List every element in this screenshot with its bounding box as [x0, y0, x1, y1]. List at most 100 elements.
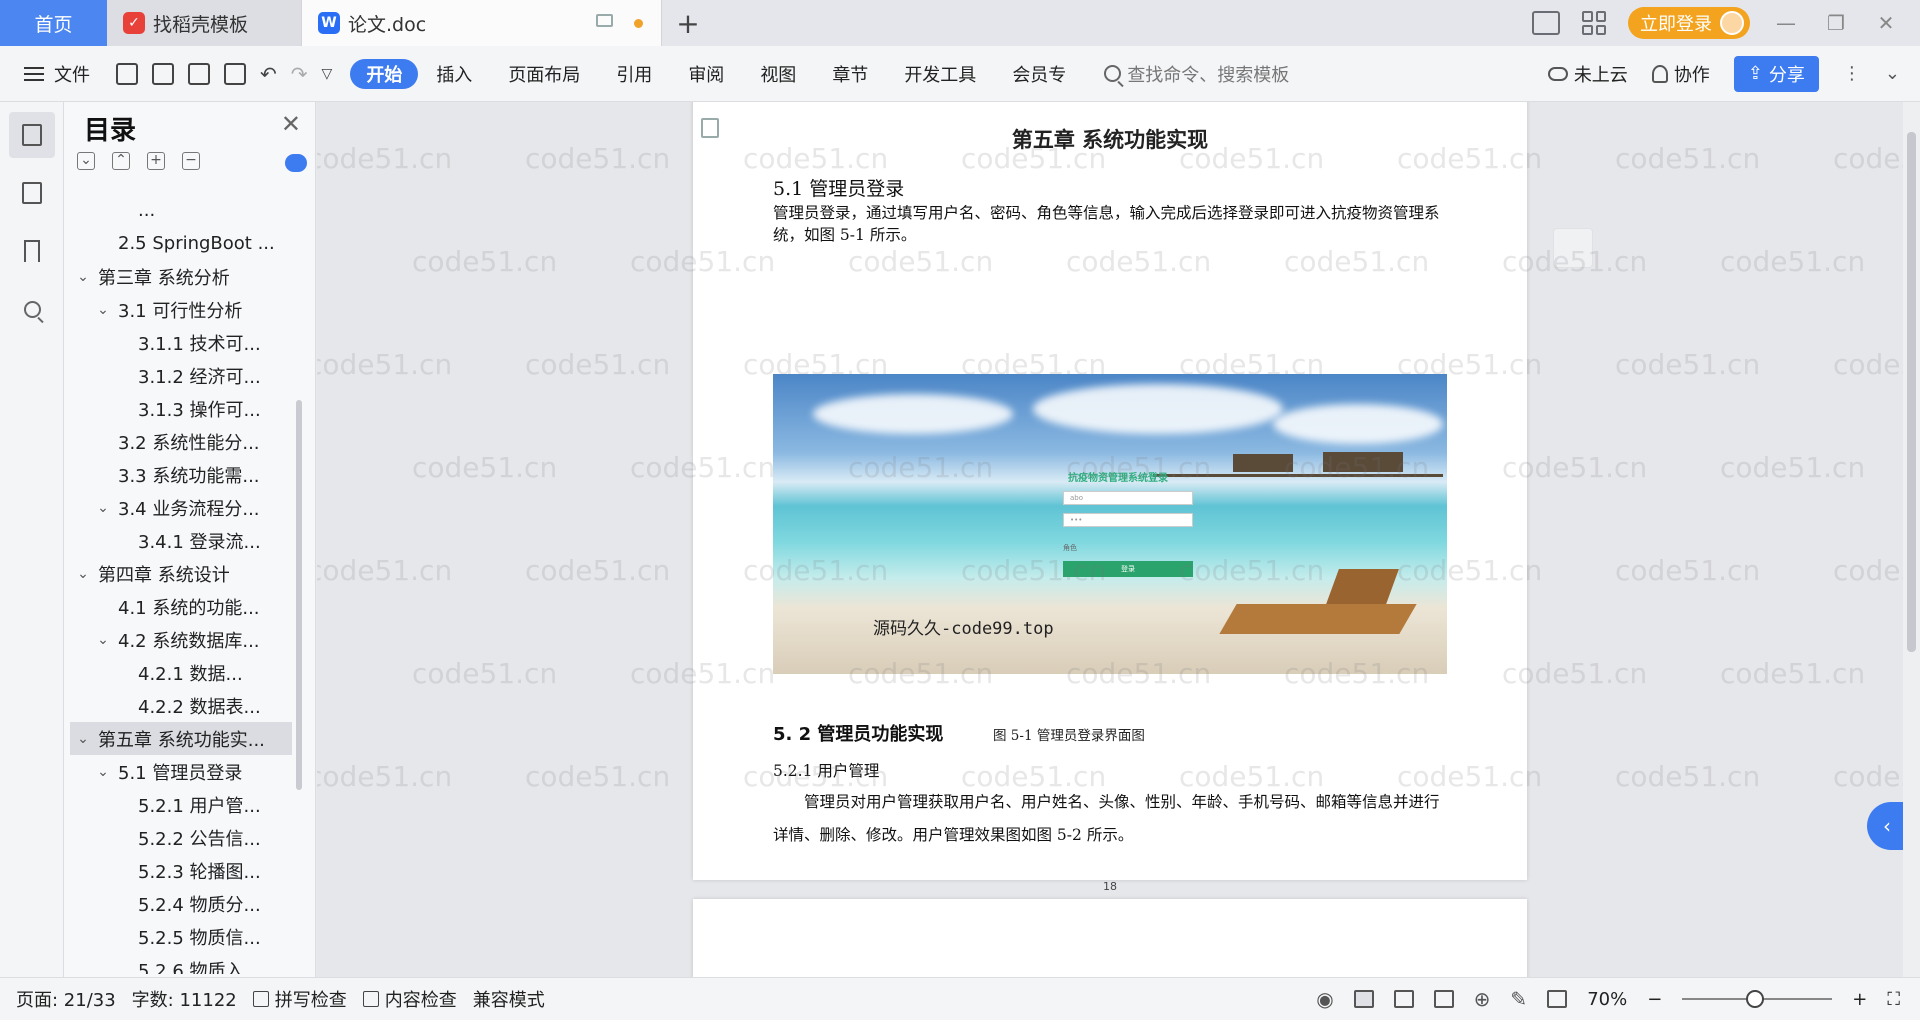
tab-page-layout[interactable]: 页面布局	[490, 59, 598, 89]
toc-scrollbar[interactable]	[296, 400, 302, 790]
collab-button[interactable]: 协作	[1651, 61, 1710, 87]
reading-view-icon[interactable]	[1433, 990, 1454, 1008]
eye-protection-icon[interactable]: ◉	[1316, 987, 1333, 1011]
toc-item[interactable]: 5.2.2 公告信...	[70, 821, 292, 854]
zoom-level[interactable]: 70%	[1587, 989, 1627, 1010]
toc-item[interactable]: ⌄ 第三章 系统分析	[70, 260, 292, 293]
toc-item[interactable]: 3.1.2 经济可...	[70, 359, 292, 392]
tab-developer[interactable]: 开发工具	[886, 59, 994, 89]
toc-item[interactable]: ⌄ 第四章 系统设计	[70, 557, 292, 590]
export-icon[interactable]	[152, 62, 174, 85]
toc-item[interactable]: ...	[70, 194, 292, 227]
find-panel-button[interactable]	[9, 286, 55, 332]
write-mode-icon[interactable]: ✎	[1510, 987, 1527, 1011]
spell-check-button[interactable]: 拼写检查	[252, 986, 347, 1012]
toc-item[interactable]: 5.2.5 物质信...	[70, 920, 292, 953]
toc-item[interactable]: 3.1.3 操作可...	[70, 392, 292, 425]
ai-assistant-icon[interactable]	[285, 154, 307, 172]
tab-references[interactable]: 引用	[598, 59, 670, 89]
toc-item[interactable]: 4.1 系统的功能...	[70, 590, 292, 623]
toc-item[interactable]: 5.2.3 轮播图...	[70, 854, 292, 887]
vertical-scrollbar[interactable]	[1903, 102, 1920, 977]
chevron-down-icon[interactable]: ⌄	[74, 566, 92, 582]
chevron-down-icon[interactable]: ⌄	[94, 632, 112, 648]
print-icon[interactable]	[188, 62, 210, 85]
print-preview-icon[interactable]	[224, 62, 246, 85]
toc-item[interactable]: ⌄ 4.2 系统数据库...	[70, 623, 292, 656]
share-button[interactable]: ⇪ 分享	[1733, 55, 1819, 92]
new-tab-button[interactable]: +	[662, 0, 714, 46]
toc-item[interactable]: 5.2.1 用户管...	[70, 788, 292, 821]
collapse-all-icon[interactable]: ⌃	[112, 152, 130, 170]
toc-item[interactable]: ⌄ 5.1 管理员登录	[70, 755, 292, 788]
chevron-down-icon[interactable]: ⌄	[94, 764, 112, 780]
chevron-down-icon[interactable]: ⌄	[94, 302, 112, 318]
chevron-down-icon[interactable]: ⌄	[74, 269, 92, 285]
command-search[interactable]: 查找命令、搜索模板	[1104, 61, 1289, 87]
compat-mode[interactable]: 兼容模式	[473, 986, 545, 1012]
close-icon[interactable]: ✕	[281, 110, 301, 138]
watermark-text: code51.cn	[525, 142, 671, 175]
bookmark-panel-button[interactable]	[9, 228, 55, 274]
toc-item[interactable]: 5.2.6 物质入...	[70, 953, 292, 975]
cloud-status-button[interactable]: 未上云	[1547, 61, 1628, 87]
web-view-icon[interactable]: ⊕	[1474, 987, 1491, 1011]
tab-insert[interactable]: 插入	[418, 59, 490, 89]
zoom-knob[interactable]	[1746, 990, 1765, 1008]
nav-panel-button[interactable]	[9, 170, 55, 216]
zoom-out-icon[interactable]: −	[1647, 989, 1662, 1010]
tab-document[interactable]: W 论文.doc	[302, 0, 662, 46]
word-count[interactable]: 字数: 11122	[132, 986, 237, 1012]
zoom-in-icon[interactable]: +	[1852, 989, 1867, 1010]
tab-view[interactable]: 视图	[742, 59, 814, 89]
tab-start[interactable]: 开始	[350, 58, 419, 89]
toc-item[interactable]: 3.2 系统性能分...	[70, 425, 292, 458]
tab-member[interactable]: 会员专	[994, 59, 1084, 89]
save-icon[interactable]	[116, 62, 138, 85]
add-heading-icon[interactable]: +	[147, 152, 165, 170]
restore-icon[interactable]: ❐	[1822, 11, 1850, 35]
layout-icon[interactable]	[1532, 11, 1560, 35]
filter-toggle-button[interactable]	[1553, 228, 1593, 268]
page-indicator[interactable]: 页面: 21/33	[16, 986, 116, 1012]
outline-view-icon[interactable]	[1393, 990, 1414, 1008]
toc-panel-button[interactable]	[9, 112, 55, 158]
zoom-slider[interactable]	[1682, 990, 1833, 1008]
customize-chevron-icon[interactable]: ▽	[322, 66, 333, 82]
file-menu-button[interactable]: 文件	[0, 61, 90, 87]
minimize-icon[interactable]: —	[1772, 11, 1800, 35]
tab-home[interactable]: 首页	[0, 0, 107, 46]
redo-icon[interactable]: ↷	[291, 62, 308, 86]
close-window-icon[interactable]: ✕	[1872, 11, 1900, 35]
more-icon[interactable]: ⋮	[1843, 63, 1861, 84]
undo-icon[interactable]: ↶	[260, 62, 277, 86]
toc-item[interactable]: 3.3 系统功能需...	[70, 458, 292, 491]
toc-item[interactable]: 2.5 SpringBoot ...	[70, 227, 292, 260]
tab-templates[interactable]: ✓ 找稻壳模板	[107, 0, 302, 46]
chevron-down-icon[interactable]: ⌄	[74, 731, 92, 747]
toc-item[interactable]: ⌄ 3.4 业务流程分...	[70, 491, 292, 524]
toc-item[interactable]: ⌄ 3.1 可行性分析	[70, 293, 292, 326]
toc-item[interactable]: 4.2.2 数据表...	[70, 689, 292, 722]
tab-review[interactable]: 审阅	[670, 59, 742, 89]
chevron-down-icon[interactable]: ⌄	[94, 500, 112, 516]
apps-grid-icon[interactable]	[1582, 11, 1606, 35]
scroll-thumb[interactable]	[1907, 132, 1916, 652]
toc-item[interactable]: 4.2.1 数据...	[70, 656, 292, 689]
login-button[interactable]: 立即登录	[1628, 7, 1750, 39]
expand-all-icon[interactable]: ⌄	[77, 152, 95, 170]
toc-item[interactable]: 3.1.1 技术可...	[70, 326, 292, 359]
collapse-ribbon-icon[interactable]: ⌄	[1885, 63, 1900, 84]
present-icon[interactable]	[596, 14, 613, 27]
content-check-button[interactable]: 内容检查	[362, 986, 457, 1012]
toc-item[interactable]: ⌄ 第五章 系统功能实...	[70, 722, 292, 755]
page-view-icon[interactable]	[1353, 990, 1374, 1008]
remove-heading-icon[interactable]: −	[182, 152, 200, 170]
tab-chapter[interactable]: 章节	[814, 59, 886, 89]
fullscreen-icon[interactable]: ⛶	[1887, 989, 1900, 1010]
fit-page-icon[interactable]	[1547, 990, 1568, 1008]
toc-item[interactable]: 3.4.1 登录流...	[70, 524, 292, 557]
toc-item[interactable]: 5.2.4 物质分...	[70, 887, 292, 920]
login-button-preview: 登录	[1063, 561, 1193, 577]
side-panel-toggle-button[interactable]: ‹	[1867, 802, 1903, 850]
